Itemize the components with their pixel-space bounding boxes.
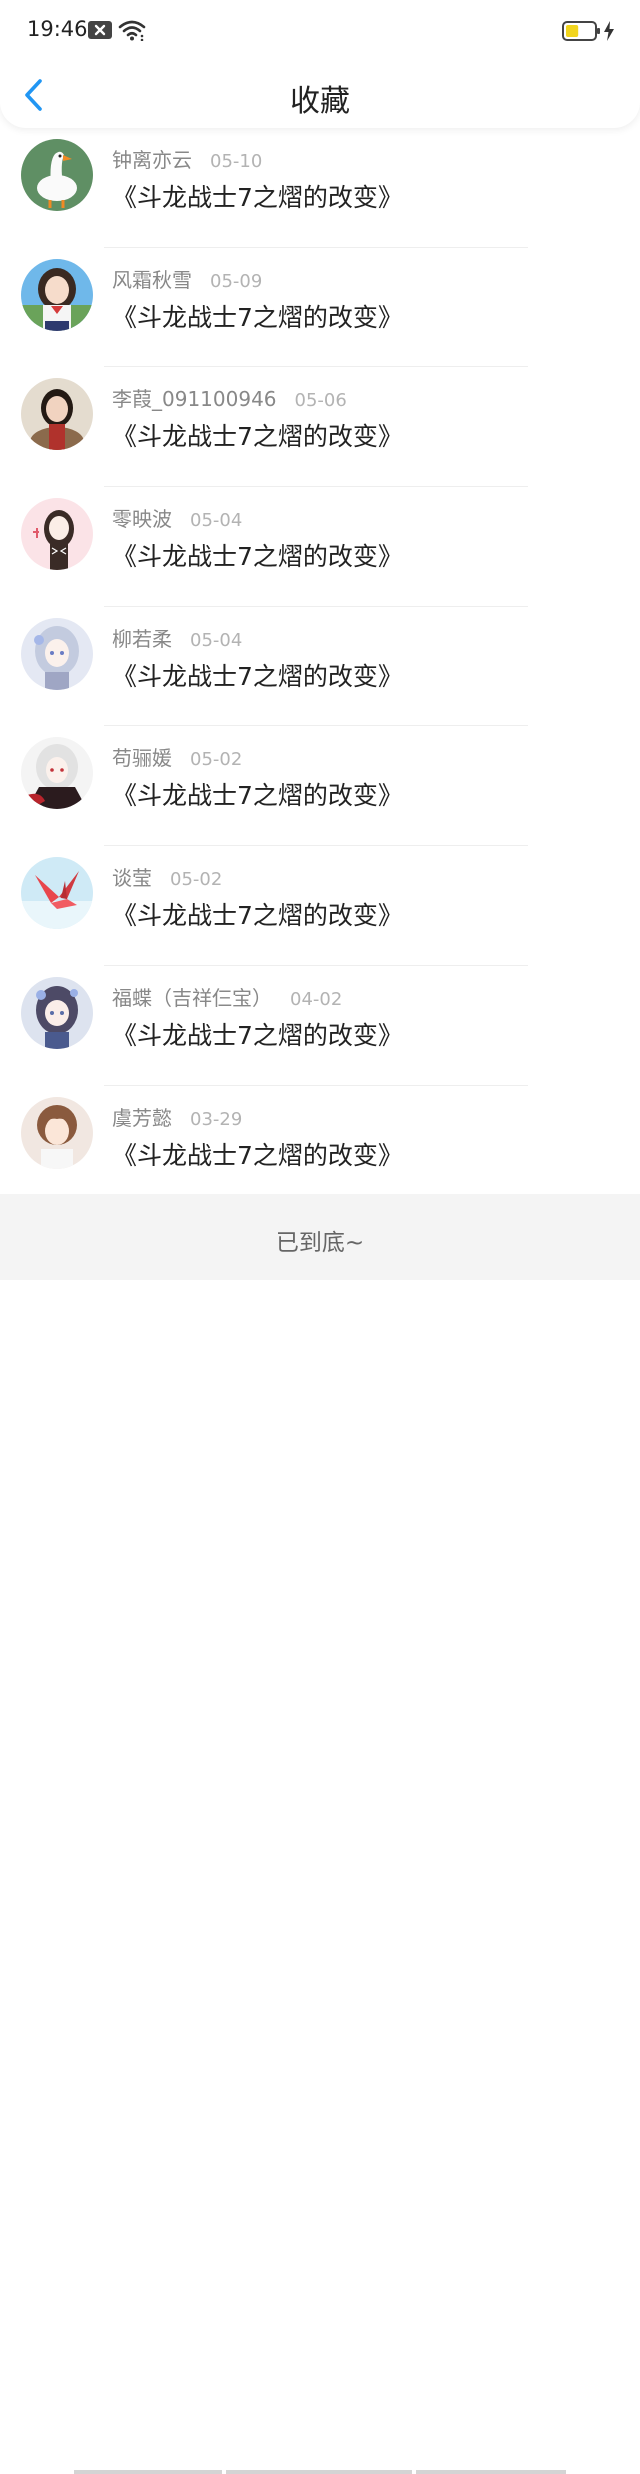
white-hair-avatar[interactable] xyxy=(21,737,93,810)
item-meta: 苟骊媛 05-02 xyxy=(112,742,242,771)
bottom-bar-segment xyxy=(74,2470,222,2474)
item-date: 05-04 xyxy=(190,629,243,651)
user-name[interactable]: 谈莹 xyxy=(112,866,152,890)
item-date: 04-02 xyxy=(290,988,343,1010)
list-item[interactable]: 李葭_091100946 05-06 《斗龙战士7之熠的改变》 xyxy=(0,367,640,488)
list-footer: 已到底~ xyxy=(0,1194,640,2474)
anime-girl-avatar[interactable] xyxy=(21,258,93,331)
user-name[interactable]: 李葭_091100946 xyxy=(112,387,277,411)
favorites-list: 钟离亦云 05-10 《斗龙战士7之熠的改变》 风霜秋雪 05-09 《斗龙战士7之熠的… xyxy=(0,128,640,1206)
item-date: 05-10 xyxy=(210,151,263,172)
nav-bar: 收藏 xyxy=(0,62,640,128)
work-title[interactable]: 《斗龙战士7之熠的改变》 xyxy=(112,776,403,812)
charging-icon xyxy=(604,21,614,41)
work-title[interactable]: 《斗龙战士7之熠的改变》 xyxy=(112,298,403,334)
goose-avatar[interactable] xyxy=(21,139,93,211)
list-item[interactable]: 钟离亦云 05-10 《斗龙战士7之熠的改变》 xyxy=(0,128,640,248)
list-item[interactable]: 零映波 05-04 《斗龙战士7之熠的改变》 xyxy=(0,487,640,607)
item-date: 03-29 xyxy=(190,1108,243,1130)
paper-crane-avatar[interactable] xyxy=(21,857,93,930)
user-name[interactable]: 钟离亦云 xyxy=(112,148,192,172)
item-meta: 零映波 05-04 xyxy=(112,503,242,532)
photo-avatar[interactable] xyxy=(21,378,93,451)
anime-boy-avatar[interactable] xyxy=(21,1096,93,1169)
work-title[interactable]: 《斗龙战士7之熠的改变》 xyxy=(112,537,403,573)
work-title[interactable]: 《斗龙战士7之熠的改变》 xyxy=(112,1016,403,1052)
battery-icon xyxy=(562,21,600,41)
work-title[interactable]: 《斗龙战士7之熠的改变》 xyxy=(112,1136,403,1172)
user-name[interactable]: 零映波 xyxy=(112,507,172,531)
list-item[interactable]: 柳若柔 05-04 《斗龙战士7之熠的改变》 xyxy=(0,607,640,727)
work-title[interactable]: 《斗龙战士7之熠的改变》 xyxy=(112,417,403,453)
item-meta: 虞芳懿 03-29 xyxy=(112,1102,242,1131)
list-item[interactable]: 谈莹 05-02 《斗龙战士7之熠的改变》 xyxy=(0,846,640,966)
page-title: 收藏 xyxy=(290,84,350,119)
work-title[interactable]: 《斗龙战士7之熠的改变》 xyxy=(112,178,403,214)
user-name[interactable]: 福蝶（吉祥仨宝） xyxy=(112,986,272,1010)
item-meta: 柳若柔 05-04 xyxy=(112,623,242,652)
user-name[interactable]: 柳若柔 xyxy=(112,627,172,651)
work-title[interactable]: 《斗龙战士7之熠的改变》 xyxy=(112,896,403,932)
item-meta: 福蝶（吉祥仨宝） 04-02 xyxy=(112,982,342,1011)
bottom-bar-segment xyxy=(416,2470,566,2474)
wifi-icon xyxy=(118,20,146,41)
work-title[interactable]: 《斗龙战士7之熠的改变》 xyxy=(112,657,403,693)
end-of-list-text: 已到底~ xyxy=(275,1230,365,1256)
list-item[interactable]: 虞芳懿 03-29 《斗龙战士7之熠的改变》 xyxy=(0,1086,640,1206)
bottom-bar-segment xyxy=(226,2470,412,2474)
status-bar: 19:46 xyxy=(0,0,640,62)
item-meta: 钟离亦云 05-10 xyxy=(112,144,262,173)
item-date: 05-06 xyxy=(294,390,347,412)
anime-flower-avatar[interactable] xyxy=(21,976,93,1049)
user-name[interactable]: 虞芳懿 xyxy=(112,1106,172,1130)
battery-level-fill xyxy=(566,25,579,37)
item-meta: 风霜秋雪 05-09 xyxy=(112,264,262,293)
list-item[interactable]: 福蝶（吉祥仨宝） 04-02 《斗龙战士7之熠的改变》 xyxy=(0,966,640,1086)
status-time: 19:46 xyxy=(27,17,88,41)
item-date: 05-04 xyxy=(190,510,243,532)
item-meta: 谈莹 05-02 xyxy=(112,862,222,891)
notification-icon xyxy=(88,21,112,39)
list-item[interactable]: 风霜秋雪 05-09 《斗龙战士7之熠的改变》 xyxy=(0,248,640,368)
silver-hair-avatar[interactable] xyxy=(21,617,93,690)
item-date: 05-09 xyxy=(210,270,263,292)
item-meta: 李葭_091100946 05-06 xyxy=(112,383,347,412)
user-name[interactable]: 风霜秋雪 xyxy=(112,268,192,292)
illustrated-girl-avatar[interactable] xyxy=(21,498,93,571)
item-date: 05-02 xyxy=(190,749,243,771)
list-item[interactable]: 苟骊媛 05-02 《斗龙战士7之熠的改变》 xyxy=(0,726,640,847)
item-date: 05-02 xyxy=(170,869,223,891)
user-name[interactable]: 苟骊媛 xyxy=(112,746,172,770)
header: 19:46 收藏 xyxy=(0,0,640,128)
